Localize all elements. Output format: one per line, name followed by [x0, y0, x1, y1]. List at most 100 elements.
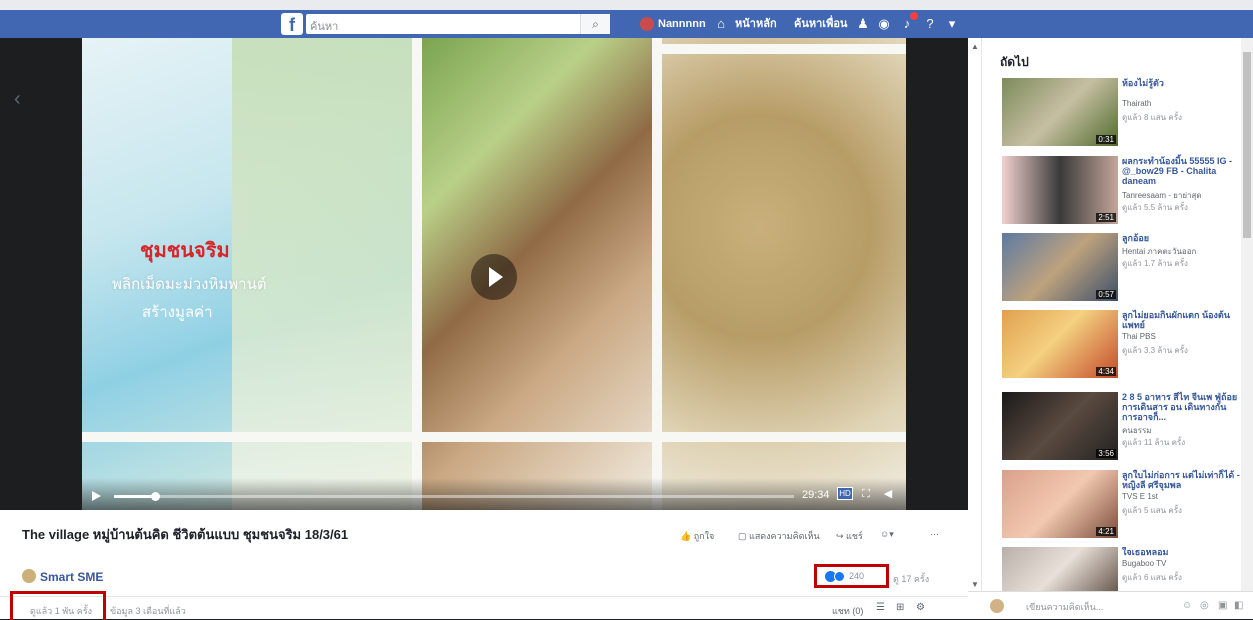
- like-reaction-icon-2: [834, 571, 845, 582]
- list-item[interactable]: 3:56 2 8 5 อาหาร สีไท จีนเพ ฟู่ถ้อยการเด…: [1002, 392, 1238, 462]
- item-views: ดูแล้ว 5 แสน ครั้ง: [1122, 506, 1182, 515]
- left-dark-strip: ‹: [0, 38, 82, 510]
- right-dark-strip: [906, 38, 968, 510]
- notification-badge: [910, 12, 918, 20]
- overlay-line-1: พลิกเม็ดมะม่วงหิมพานต์: [112, 275, 267, 293]
- back-arrow-icon[interactable]: ‹: [14, 88, 21, 111]
- item-title[interactable]: ห้องไม่รู้ตัว: [1122, 78, 1240, 88]
- item-channel[interactable]: TVS E 1st: [1122, 492, 1158, 501]
- progress-bar[interactable]: [114, 492, 794, 501]
- video-thumbnail[interactable]: 3:56: [1002, 392, 1118, 460]
- scrollbar-thumb[interactable]: [1243, 52, 1251, 238]
- gif-icon[interactable]: ▣: [1218, 600, 1227, 611]
- blue-navbar: f ค้นหา ⌕ Nannnnn ⌂ หน้าหลัก ค้นหาเพื่อน…: [0, 10, 1253, 38]
- page-name-link[interactable]: Smart SME: [40, 570, 103, 584]
- overlay-line-2: สร้างมูลค่า: [142, 303, 213, 321]
- item-channel[interactable]: Thairath: [1122, 99, 1151, 108]
- comment-input[interactable]: เขียนความคิดเห็น...: [1026, 600, 1103, 614]
- camera-icon[interactable]: ◎: [1200, 600, 1209, 611]
- item-channel[interactable]: Thai PBS: [1122, 332, 1156, 341]
- settings-icon[interactable]: ☰: [876, 602, 885, 613]
- frame-divider: [662, 44, 906, 54]
- play-button[interactable]: [471, 254, 517, 300]
- comment-action[interactable]: ▢ แสดงความคิดเห็น: [738, 529, 820, 543]
- video-thumbnail[interactable]: 4:21: [1002, 470, 1118, 538]
- duration-badge: 0:57: [1096, 290, 1116, 299]
- more-options[interactable]: ···: [930, 529, 939, 539]
- nav-home[interactable]: หน้าหลัก: [735, 16, 777, 32]
- user-avatar: [640, 17, 654, 32]
- time-remaining: 29:34: [802, 489, 830, 501]
- sticker-icon[interactable]: ◧: [1234, 600, 1243, 611]
- facebook-logo-icon[interactable]: f: [281, 13, 303, 35]
- play-icon[interactable]: [92, 491, 101, 501]
- video-thumbnail[interactable]: 4:34: [1002, 310, 1118, 378]
- search-icon[interactable]: ⌕: [580, 14, 610, 34]
- scroll-down-icon[interactable]: ▼: [971, 580, 979, 589]
- item-views: ดูแล้ว 1.7 ล้าน ครั้ง: [1122, 259, 1188, 268]
- item-title[interactable]: ลูกอ้อย: [1122, 233, 1240, 243]
- item-title[interactable]: ลูกใบไม่ก่อการ แต่ไม่เท่าก็ได้ - หญิงลี …: [1122, 470, 1240, 490]
- nav-find-friends[interactable]: ค้นหาเพื่อน: [794, 16, 847, 32]
- reactions-summary[interactable]: 240: [814, 564, 889, 588]
- list-item[interactable]: 4:21 ลูกใบไม่ก่อการ แต่ไม่เท่าก็ได้ - หญ…: [1002, 470, 1240, 540]
- list-item[interactable]: ใจเธอหลอม Bugaboo TV ดูแล้ว 6 แสน ครั้ง: [1002, 547, 1238, 591]
- list-item[interactable]: 0:31 ห้องไม่รู้ตัว Thairath ดูแล้ว 8 แสน…: [1002, 78, 1238, 148]
- scroll-up-icon[interactable]: ▲: [971, 42, 979, 51]
- comment-composer[interactable]: เขียนความคิดเห็น... ☺ ◎ ▣ ◧: [968, 591, 1253, 619]
- comments-bar: ดูแล้ว 1 พัน ครั้ง ข้อมูล 3 เดือนที่แล้ว…: [0, 591, 968, 620]
- friend-requests-icon[interactable]: ♟: [854, 15, 872, 33]
- view-stats: ดูแล้ว 1 พัน ครั้ง: [30, 606, 93, 616]
- page-avatar[interactable]: [22, 569, 36, 583]
- progress-knob[interactable]: [150, 492, 160, 501]
- share-label: แชร์: [846, 531, 863, 541]
- duration-badge: 4:34: [1096, 367, 1116, 376]
- list-item[interactable]: 2:51 ผลกระทำน้องมิ้น 55555 IG - @_bow29 …: [1002, 156, 1238, 226]
- item-title[interactable]: 2 8 5 อาหาร สีไท จีนเพ ฟู่ถ้อยการเดินสาร…: [1122, 392, 1240, 422]
- upload-info: ข้อมูล 3 เดือนที่แล้ว: [110, 606, 186, 616]
- grid-icon[interactable]: ⊞: [896, 602, 904, 613]
- up-next-sidebar: ▲ ▼ ถัดไป 0:31 ห้องไม่รู้ตัว Thairath ดู…: [968, 38, 1253, 619]
- profile-link[interactable]: Nannnnn: [640, 16, 706, 32]
- reactions-count: 240: [849, 571, 865, 581]
- left-scroll-rail: ▲ ▼: [968, 38, 982, 591]
- like-label: ถูกใจ: [693, 531, 715, 541]
- home-icon[interactable]: ⌂: [712, 15, 730, 33]
- video-info-panel: The village หมู่บ้านต้นคิด ชีวิตต้นแบบ ช…: [0, 510, 968, 620]
- duration-badge: 0:31: [1096, 135, 1116, 144]
- account-menu-chevron-icon[interactable]: ▾: [943, 15, 961, 33]
- emoji-icon[interactable]: ☺: [1182, 600, 1192, 611]
- video-title: The village หมู่บ้านต้นคิด ชีวิตต้นแบบ ช…: [22, 527, 349, 542]
- video-thumbnail[interactable]: [1002, 547, 1118, 591]
- duration-badge: 3:56: [1096, 449, 1116, 458]
- volume-icon[interactable]: ◀: [881, 487, 895, 501]
- frame-divider: [82, 432, 906, 442]
- sidebar-scrollbar[interactable]: [1241, 38, 1253, 591]
- chat-count[interactable]: แชท (0): [832, 604, 863, 618]
- gear-icon[interactable]: ⚙: [916, 602, 925, 613]
- help-icon[interactable]: ?: [921, 15, 939, 33]
- item-views: ดูแล้ว 11 ล้าน ครั้ง: [1122, 438, 1186, 447]
- search-placeholder: ค้นหา: [310, 21, 339, 33]
- list-item[interactable]: 0:57 ลูกอ้อย Hentai ภาคตะวันออก ดูแล้ว 1…: [1002, 233, 1238, 303]
- reaction-picker-icon[interactable]: ☺▾: [880, 529, 894, 540]
- video-player[interactable]: ชุมชนจริม พลิกเม็ดมะม่วงหิมพานต์ สร้างมู…: [82, 38, 906, 510]
- item-channel[interactable]: Bugaboo TV: [1122, 559, 1166, 568]
- video-thumbnail[interactable]: 0:57: [1002, 233, 1118, 301]
- item-title[interactable]: ผลกระทำน้องมิ้น 55555 IG - @_bow29 FB - …: [1122, 156, 1240, 186]
- list-item[interactable]: 4:34 ลูกไม่ยอมกินผักแตก น้องต้นแพทย์ Tha…: [1002, 310, 1238, 380]
- item-title[interactable]: ใจเธอหลอม: [1122, 547, 1238, 557]
- search-input[interactable]: ค้นหา ⌕: [306, 14, 610, 34]
- hd-icon[interactable]: HD: [837, 487, 853, 500]
- messenger-icon[interactable]: ◉: [875, 15, 893, 33]
- video-thumbnail[interactable]: 0:31: [1002, 78, 1118, 146]
- video-thumbnail[interactable]: 2:51: [1002, 156, 1118, 224]
- like-action[interactable]: 👍 ถูกใจ: [680, 529, 714, 543]
- duration-badge: 2:51: [1096, 213, 1116, 222]
- fullscreen-icon[interactable]: ⛶: [859, 487, 873, 501]
- share-action[interactable]: ↪ แชร์: [836, 529, 863, 543]
- duration-badge: 4:21: [1096, 527, 1116, 536]
- up-next-header: ถัดไป: [1000, 55, 1029, 69]
- item-title[interactable]: ลูกไม่ยอมกินผักแตก น้องต้นแพทย์: [1122, 310, 1240, 330]
- user-name: Nannnnn: [658, 18, 706, 30]
